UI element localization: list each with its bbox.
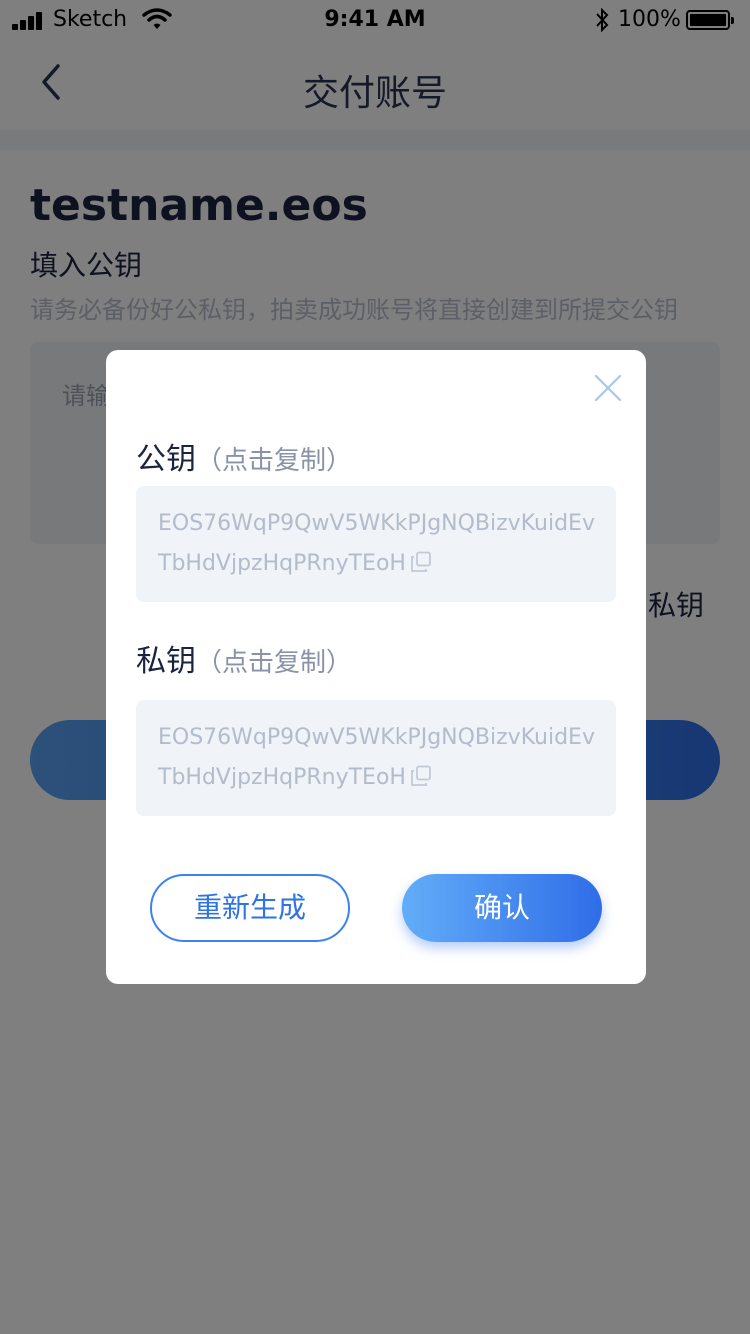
- public-key-label: 公钥: [136, 442, 196, 477]
- public-key-copy-hint: （点击复制）: [196, 446, 353, 476]
- public-key-value-wrap: EOS76WqP9QwV5WKkPJgNQBizvKuidEvTbHdVjpzH…: [158, 504, 608, 584]
- public-key-value: EOS76WqP9QwV5WKkPJgNQBizvKuidEvTbHdVjpzH…: [158, 511, 595, 576]
- private-key-value: EOS76WqP9QwV5WKkPJgNQBizvKuidEvTbHdVjpzH…: [158, 725, 595, 790]
- public-key-box[interactable]: EOS76WqP9QwV5WKkPJgNQBizvKuidEvTbHdVjpzH…: [136, 486, 616, 602]
- private-key-title: 私钥（点击复制）: [136, 636, 352, 680]
- confirm-button[interactable]: 确认: [402, 874, 602, 942]
- private-key-label: 私钥: [136, 644, 196, 679]
- copy-icon[interactable]: [410, 761, 432, 786]
- close-icon[interactable]: [592, 372, 624, 404]
- private-key-value-wrap: EOS76WqP9QwV5WKkPJgNQBizvKuidEvTbHdVjpzH…: [158, 718, 608, 798]
- regenerate-button[interactable]: 重新生成: [150, 874, 350, 942]
- key-dialog: 公钥（点击复制） EOS76WqP9QwV5WKkPJgNQBizvKuidEv…: [106, 350, 646, 984]
- private-key-box[interactable]: EOS76WqP9QwV5WKkPJgNQBizvKuidEvTbHdVjpzH…: [136, 700, 616, 816]
- public-key-title: 公钥（点击复制）: [136, 434, 352, 478]
- private-key-copy-hint: （点击复制）: [196, 648, 353, 678]
- copy-icon[interactable]: [410, 547, 432, 572]
